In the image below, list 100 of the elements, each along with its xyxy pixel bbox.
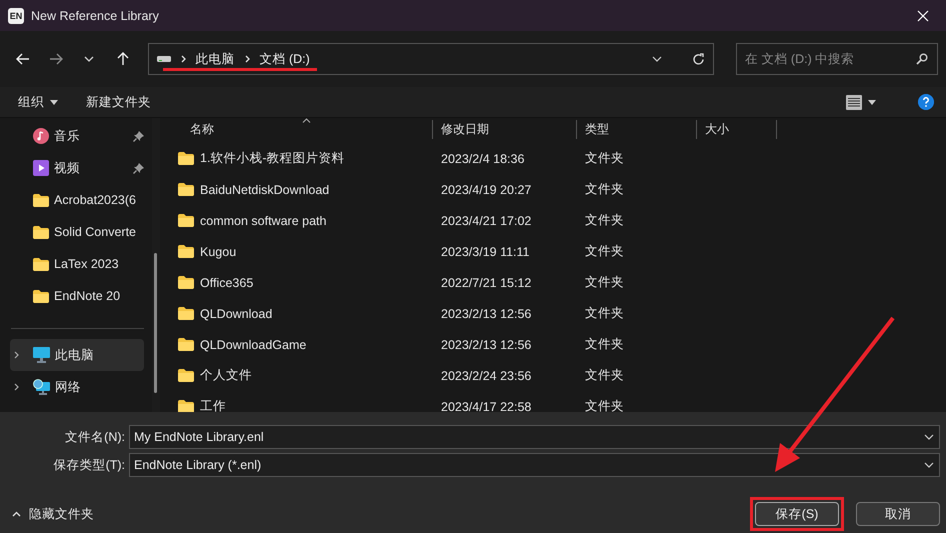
table-cell-text: 2023/2/4 18:36 xyxy=(440,152,526,166)
folder-icon xyxy=(178,183,194,196)
video-icon xyxy=(33,160,49,176)
column-header[interactable]: 修改日期 xyxy=(433,120,577,139)
sidebar-label: LaTex 2023 xyxy=(54,257,119,271)
folder-icon xyxy=(178,276,194,289)
folder-icon xyxy=(33,194,49,206)
sidebar-item[interactable]: 视频 xyxy=(10,152,144,184)
sidebar-label: 此电脑 xyxy=(55,346,94,364)
sidebar-item[interactable]: Solid Converte xyxy=(10,216,144,248)
app-logo: EN xyxy=(8,8,24,24)
table-cell-text: 2023/2/13 12:56 xyxy=(440,338,532,352)
save-button[interactable]: 保存(S) xyxy=(755,502,839,526)
file-type-dropdown[interactable]: EndNote Library (*.enl) xyxy=(129,453,940,477)
organize-menu[interactable]: 组织 xyxy=(18,94,58,110)
dropdown-chevron-icon[interactable] xyxy=(652,56,662,62)
sidebar-label: 视频 xyxy=(54,160,80,176)
chevron-right-icon xyxy=(244,55,250,63)
network-icon xyxy=(33,379,50,395)
file-name[interactable]: QLDownload xyxy=(200,306,272,320)
file-name[interactable]: QLDownloadGame xyxy=(200,338,306,352)
file-name[interactable]: common software path xyxy=(200,214,326,228)
field-label: 保存类型(T): xyxy=(52,456,126,474)
details-view-icon xyxy=(846,94,862,110)
folder-icon xyxy=(178,369,194,382)
breadcrumb-item[interactable]: 文档 (D:) xyxy=(260,50,310,68)
expand-chevron-icon[interactable] xyxy=(14,351,19,359)
sidebar-label: EndNote 20 xyxy=(54,289,120,303)
table-cell-text: 文件夹 xyxy=(584,212,625,229)
table-cell-text: 2023/4/19 20:27 xyxy=(440,182,532,196)
hide-folders-button[interactable]: 隐藏文件夹 xyxy=(12,506,94,522)
folder-icon xyxy=(178,307,194,320)
file-name[interactable]: Office365 xyxy=(200,276,254,290)
sidebar-item[interactable]: LaTex 2023 xyxy=(10,248,144,280)
help-icon[interactable] xyxy=(918,94,934,110)
file-name[interactable]: 1.软件小栈-教程图片资料 xyxy=(200,150,345,167)
table-cell-text: 2023/4/21 17:02 xyxy=(440,214,532,228)
table-cell-text: 文件夹 xyxy=(584,274,625,291)
sidebar-label: Solid Converte xyxy=(54,225,136,239)
file-name[interactable]: 工作 xyxy=(200,398,226,412)
file-name[interactable]: Kugou xyxy=(200,244,236,258)
breadcrumb-item[interactable]: 此电脑 xyxy=(196,50,234,68)
table-cell-text: 文件夹 xyxy=(584,336,625,353)
chevron-down-icon[interactable] xyxy=(924,434,934,440)
folder-icon xyxy=(178,152,194,165)
search-field[interactable]: 在 文档 (D:) 中搜索 xyxy=(736,43,938,75)
cancel-button[interactable]: 取消 xyxy=(856,502,940,526)
arrow-up-icon xyxy=(116,52,129,66)
folder-icon xyxy=(33,290,49,302)
table-cell-text: 文件夹 xyxy=(584,398,625,412)
sidebar-item[interactable]: Acrobat2023(6 xyxy=(10,184,144,216)
arrow-right-icon xyxy=(49,53,64,65)
folder-icon xyxy=(178,245,194,258)
sort-ascending-icon xyxy=(302,118,311,123)
monitor-icon xyxy=(33,347,50,363)
sidebar-item[interactable]: 音乐 xyxy=(10,120,144,152)
table-cell-text: 文件夹 xyxy=(584,243,625,260)
table-cell-text: 文件夹 xyxy=(584,367,625,384)
address-bar[interactable]: 此电脑 文档 (D:) xyxy=(148,43,714,75)
column-header[interactable]: 名称 xyxy=(160,120,433,139)
caret-down-icon xyxy=(50,100,58,104)
caret-down-icon xyxy=(868,100,876,104)
folder-icon xyxy=(33,258,49,270)
drive-icon xyxy=(156,55,170,63)
table-cell-text: 2023/2/13 12:56 xyxy=(440,306,532,320)
chevron-down-icon[interactable] xyxy=(924,462,934,468)
pin-icon xyxy=(133,130,144,142)
scrollbar[interactable] xyxy=(154,253,157,393)
table-cell-text: 文件夹 xyxy=(584,150,625,167)
chevron-down-icon xyxy=(84,56,94,62)
table-cell-text: 文件夹 xyxy=(584,181,625,198)
close-icon xyxy=(917,10,929,22)
file-name[interactable]: 个人文件 xyxy=(200,367,252,384)
view-options-button[interactable] xyxy=(846,94,876,110)
file-name-field[interactable]: My EndNote Library.enl xyxy=(129,425,940,449)
folder-icon xyxy=(33,226,49,238)
search-icon xyxy=(916,53,928,65)
chevron-up-icon xyxy=(12,511,21,517)
sidebar-label: Acrobat2023(6 xyxy=(54,193,136,207)
sidebar-label: 音乐 xyxy=(54,128,80,144)
sidebar-item[interactable]: EndNote 20 xyxy=(10,280,144,312)
arrow-left-icon xyxy=(16,53,30,65)
music-note-icon xyxy=(33,128,49,144)
table-cell-text: 2022/7/21 15:12 xyxy=(440,276,532,290)
folder-icon xyxy=(178,338,194,351)
column-header[interactable]: 大小 xyxy=(697,120,777,139)
folder-icon xyxy=(178,214,194,227)
sidebar-item[interactable]: 网络 xyxy=(10,371,144,403)
chevron-right-icon xyxy=(180,55,186,63)
table-cell-text: 2023/2/24 23:56 xyxy=(440,368,532,382)
column-header[interactable]: 类型 xyxy=(577,120,697,139)
sidebar-item[interactable]: 此电脑 xyxy=(10,339,144,371)
file-name[interactable]: BaiduNetdiskDownload xyxy=(200,182,330,196)
table-cell-text: 2023/4/17 22:58 xyxy=(440,400,532,412)
refresh-icon[interactable] xyxy=(692,52,705,66)
window-title: New Reference Library xyxy=(31,8,160,22)
table-cell-text: 文件夹 xyxy=(584,305,625,322)
sidebar-label: 网络 xyxy=(55,378,81,396)
expand-chevron-icon[interactable] xyxy=(14,383,19,391)
new-folder-button[interactable]: 新建文件夹 xyxy=(86,94,151,110)
